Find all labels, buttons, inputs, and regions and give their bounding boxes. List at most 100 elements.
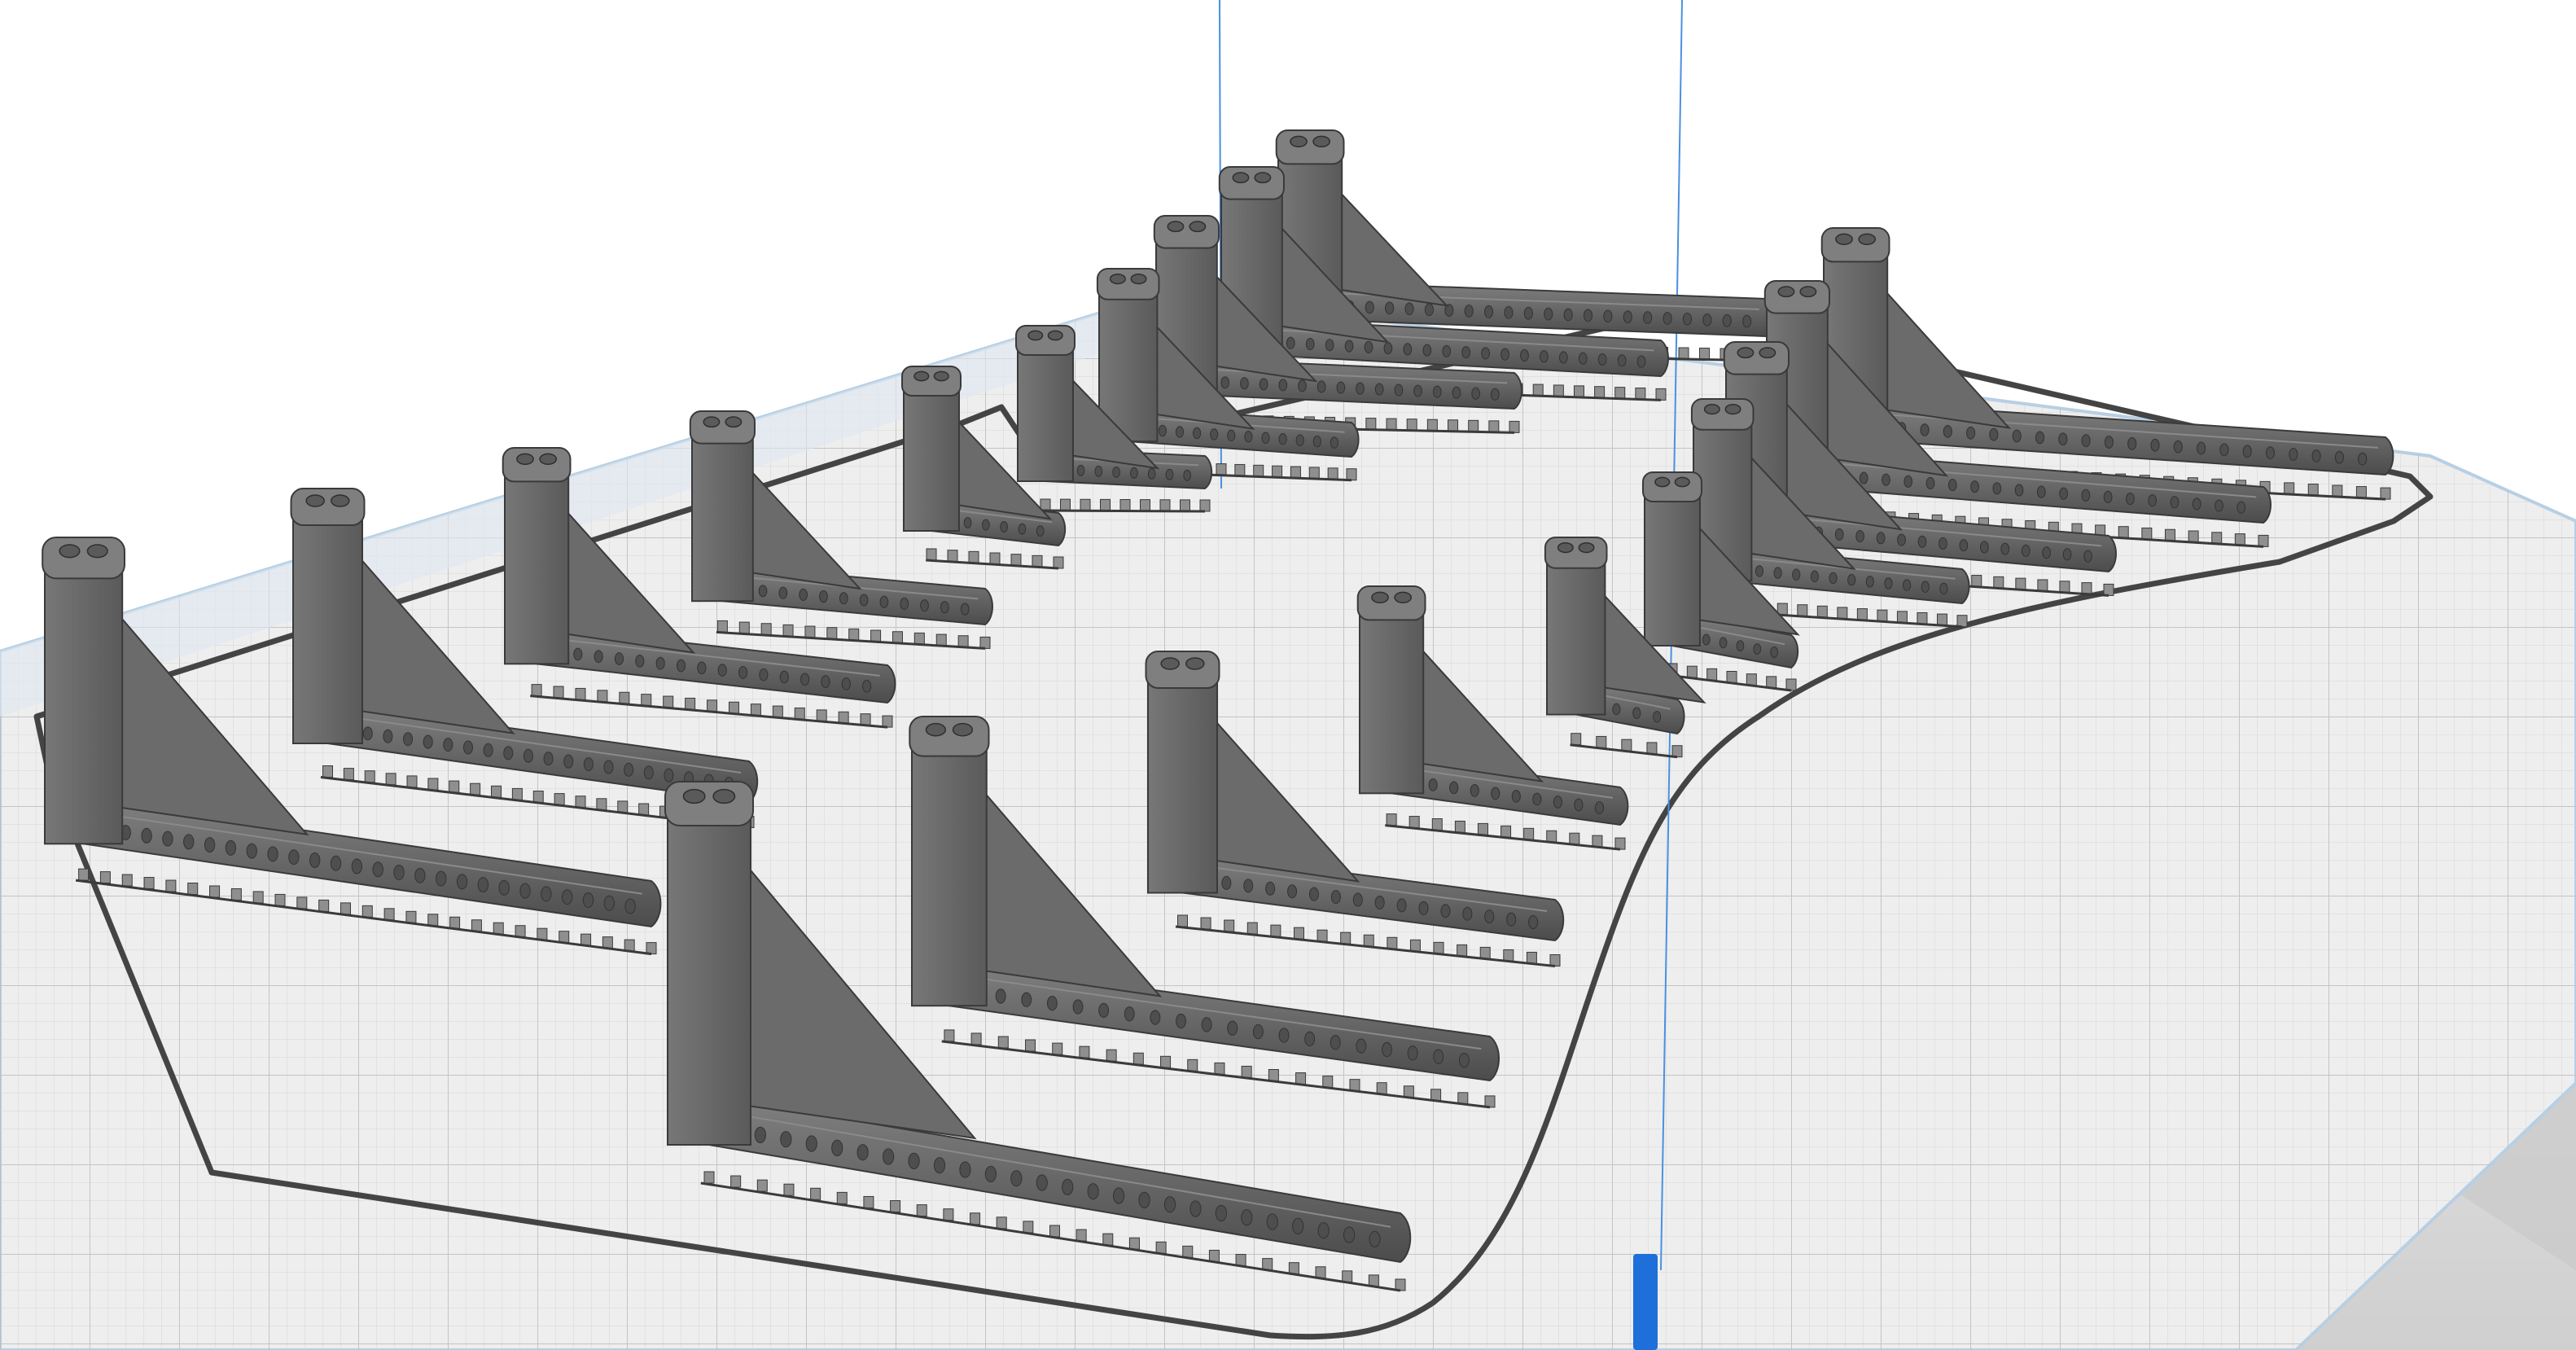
build-plate-scene[interactable]	[0, 0, 2576, 1350]
support-structure	[848, 628, 860, 641]
part-hole	[2265, 446, 2276, 459]
support-structure	[716, 620, 728, 633]
support-structure	[1569, 832, 1580, 845]
part-hole	[2021, 544, 2031, 557]
support-structure	[1208, 1249, 1220, 1262]
support-structure	[1295, 1072, 1307, 1085]
support-structure	[1553, 384, 1564, 397]
part-hole	[1138, 1191, 1150, 1208]
part-hole	[1189, 1200, 1202, 1217]
part-cap	[1544, 537, 1608, 569]
part-hole	[614, 652, 624, 665]
part-hole	[1897, 533, 1906, 546]
part-hole	[594, 650, 603, 664]
part-hole	[1330, 1035, 1341, 1050]
part-cap	[1096, 268, 1160, 300]
part-port	[1777, 286, 1795, 298]
part-hole	[1481, 347, 1490, 360]
part-cap	[42, 537, 126, 580]
part-port	[1254, 172, 1272, 184]
part-hole	[2035, 431, 2045, 445]
part-hole	[1461, 346, 1471, 359]
support-structure	[121, 874, 133, 887]
3d-viewport[interactable]	[0, 0, 2576, 1350]
part-hole	[984, 1165, 997, 1182]
part-hole	[1943, 424, 1952, 438]
part-hole	[1087, 1183, 1099, 1200]
part-hole	[1364, 340, 1373, 353]
support-structure	[1272, 465, 1283, 478]
part-hole	[2058, 432, 2068, 446]
support-structure	[1387, 936, 1398, 949]
support-structure	[405, 910, 417, 923]
part-hole	[1062, 1178, 1074, 1195]
part-port	[1232, 172, 1250, 184]
part-hole	[1471, 387, 1480, 400]
part-hole	[477, 877, 489, 893]
support-structure	[1785, 678, 1797, 691]
part-port	[1185, 657, 1205, 670]
support-structure	[1635, 388, 1646, 401]
part-hole	[1753, 643, 1762, 655]
support-structure	[532, 791, 544, 803]
print-head-marker[interactable]	[1633, 1254, 1658, 1350]
part-hole	[1210, 428, 1219, 441]
part-hole	[1773, 567, 1782, 579]
support-structure	[890, 1200, 901, 1213]
part-hole	[1383, 342, 1393, 355]
part-hole	[995, 988, 1006, 1004]
part-hole	[1175, 426, 1185, 438]
part-hole	[1330, 890, 1341, 905]
part-port	[952, 722, 974, 737]
part-post	[44, 559, 124, 845]
part-hole	[2358, 452, 2368, 466]
support-structure	[575, 687, 586, 700]
part-hole	[463, 740, 473, 755]
part-hole	[1449, 781, 1459, 795]
part-cap	[909, 716, 990, 757]
support-structure	[531, 684, 542, 697]
support-structure	[385, 773, 396, 786]
part-hole	[1215, 1204, 1227, 1221]
part-post	[911, 738, 988, 1007]
support-structure	[1253, 464, 1264, 477]
support-structure	[1200, 917, 1211, 930]
support-structure	[1076, 1229, 1087, 1242]
part-hole	[1278, 1028, 1290, 1043]
part-hole	[1192, 427, 1202, 440]
part-hole	[372, 861, 383, 878]
part-hole	[1597, 353, 1607, 366]
part-hole	[635, 654, 645, 668]
support-structure	[979, 636, 991, 649]
support-structure	[78, 868, 90, 881]
part-hole	[1558, 351, 1568, 364]
part-post	[691, 428, 754, 603]
part-hole	[800, 673, 810, 686]
part-hole	[1442, 344, 1452, 357]
support-structure	[1128, 1237, 1140, 1250]
part-port	[1578, 541, 1595, 554]
part-hole	[1292, 1217, 1304, 1234]
support-structure	[2234, 533, 2245, 546]
part-port	[1130, 273, 1147, 285]
part-hole	[2197, 441, 2206, 455]
support-structure	[760, 623, 772, 636]
part-hole	[1939, 537, 1947, 550]
support-structure	[1797, 604, 1808, 617]
part-hole	[839, 592, 848, 605]
part-hole	[1603, 309, 1613, 323]
part-hole	[2236, 501, 2246, 514]
part-hole	[1643, 311, 1653, 324]
support-structure	[187, 883, 199, 896]
part-port	[682, 788, 706, 804]
part-hole	[2242, 445, 2252, 458]
part-hole	[879, 595, 889, 608]
support-structure	[1119, 499, 1131, 511]
part-port	[703, 416, 721, 428]
part-hole	[1884, 577, 1893, 590]
support-structure	[968, 550, 979, 563]
part-hole	[523, 748, 533, 763]
part-hole	[1578, 352, 1588, 365]
support-structure	[997, 1036, 1009, 1049]
support-structure	[322, 765, 333, 778]
